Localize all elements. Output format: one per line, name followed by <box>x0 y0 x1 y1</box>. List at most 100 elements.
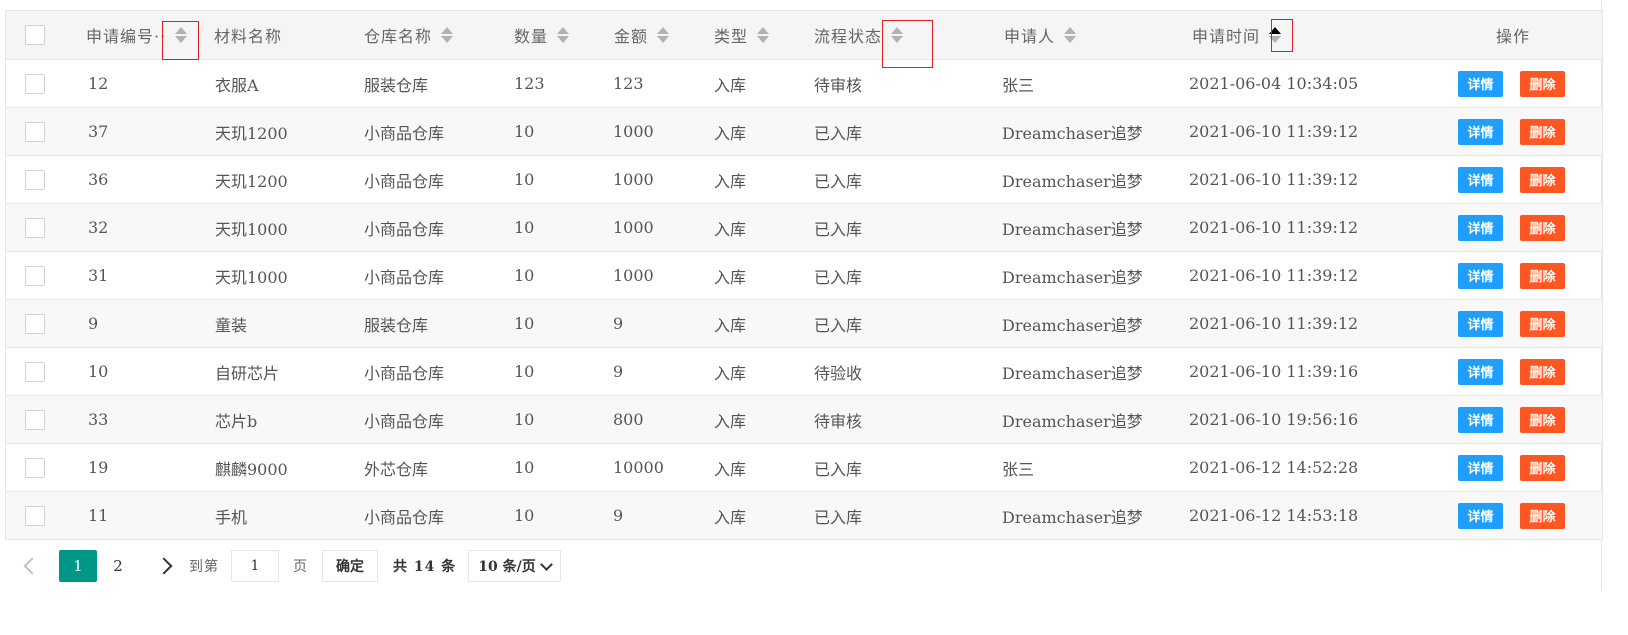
header-type[interactable]: 类型 <box>714 11 770 59</box>
chevron-left-icon <box>23 557 41 575</box>
cell-qty: 10 <box>514 458 535 477</box>
cell-material: 麒麟9000 <box>215 459 288 479</box>
cell-applicant: 张三 <box>1002 459 1035 479</box>
cell-status: 待审核 <box>814 75 863 95</box>
header-time[interactable]: 申请时间 <box>1192 11 1282 59</box>
sort-icon[interactable] <box>756 24 770 46</box>
delete-button[interactable]: 删除 <box>1520 454 1565 481</box>
detail-button[interactable]: 详情 <box>1458 262 1503 289</box>
cell-type: 入库 <box>714 411 747 431</box>
header-qty[interactable]: 数量 <box>514 11 570 59</box>
page-1[interactable]: 1 <box>59 550 97 582</box>
row-checkbox[interactable] <box>25 361 45 382</box>
cell-applicant: Dreamchaser追梦 <box>1002 123 1143 143</box>
delete-button[interactable]: 删除 <box>1520 502 1565 529</box>
sort-icon[interactable] <box>1063 24 1077 46</box>
delete-button[interactable]: 删除 <box>1520 262 1565 289</box>
cell-material: 天玑1200 <box>215 171 288 191</box>
delete-button[interactable]: 删除 <box>1520 406 1565 433</box>
cell-id: 11 <box>88 506 109 525</box>
cell-status: 已入库 <box>814 171 863 191</box>
delete-button[interactable]: 删除 <box>1520 70 1565 97</box>
delete-button[interactable]: 删除 <box>1520 214 1565 241</box>
row-checkbox[interactable] <box>25 169 45 190</box>
cell-amount: 9 <box>613 314 624 333</box>
cell-qty: 10 <box>514 410 535 429</box>
pagination: 1 2 到第 1 页 确定 共 14 条 10 条/页 <box>5 541 605 591</box>
row-select-cell <box>25 252 45 299</box>
table-row: 33 芯片b 小商品仓库 10 800 入库 待审核 Dreamchaser追梦 2021-06… <box>6 396 1602 444</box>
row-actions: 详情 删除 <box>1458 492 1565 539</box>
next-page-button[interactable] <box>149 551 179 581</box>
delete-button[interactable]: 删除 <box>1520 166 1565 193</box>
cell-type: 入库 <box>714 507 747 527</box>
cell-time: 2021-06-10 11:39:12 <box>1189 122 1359 141</box>
select-all-checkbox[interactable] <box>25 25 45 45</box>
total-count: 共 14 条 <box>393 559 457 575</box>
cell-warehouse: 外芯仓库 <box>364 459 429 479</box>
row-checkbox[interactable] <box>25 265 45 286</box>
cell-amount: 1000 <box>613 122 654 141</box>
cell-amount: 9 <box>613 506 624 525</box>
detail-button[interactable]: 详情 <box>1458 358 1503 385</box>
row-select-cell <box>25 60 45 107</box>
row-select-cell <box>25 204 45 251</box>
cell-applicant: Dreamchaser追梦 <box>1002 411 1143 431</box>
cell-time: 2021-06-04 10:34:05 <box>1189 74 1359 93</box>
cell-material: 芯片b <box>215 411 258 431</box>
detail-button[interactable]: 详情 <box>1458 118 1503 145</box>
cell-type: 入库 <box>714 315 747 335</box>
sort-icon[interactable] <box>440 24 454 46</box>
sort-icon[interactable] <box>556 24 570 46</box>
goto-page-input[interactable]: 1 <box>231 550 279 582</box>
row-select-cell <box>25 300 45 347</box>
detail-button[interactable]: 详情 <box>1458 406 1503 433</box>
sort-icon[interactable] <box>656 24 670 46</box>
row-checkbox[interactable] <box>25 73 45 94</box>
highlight-box <box>882 20 933 68</box>
cell-status: 已入库 <box>814 315 863 335</box>
cell-applicant: Dreamchaser追梦 <box>1002 363 1143 383</box>
row-checkbox[interactable] <box>25 409 45 430</box>
delete-button[interactable]: 删除 <box>1520 358 1565 385</box>
header-warehouse[interactable]: 仓库名称 <box>364 11 454 59</box>
table-body: 12 衣服A 服装仓库 123 123 入库 待审核 张三 2021-06-04 10:34:0… <box>6 60 1602 540</box>
header-material: 材料名称 <box>214 11 282 59</box>
row-checkbox[interactable] <box>25 121 45 142</box>
detail-button[interactable]: 详情 <box>1458 166 1503 193</box>
cell-type: 入库 <box>714 267 747 287</box>
header-applicant[interactable]: 申请人 <box>1004 11 1077 59</box>
row-checkbox[interactable] <box>25 217 45 238</box>
cell-time: 2021-06-10 11:39:12 <box>1189 266 1359 285</box>
cell-type: 入库 <box>714 123 747 143</box>
cell-id: 12 <box>88 74 109 93</box>
cell-amount: 1000 <box>613 218 654 237</box>
detail-button[interactable]: 详情 <box>1458 502 1503 529</box>
detail-button[interactable]: 详情 <box>1458 454 1503 481</box>
detail-button[interactable]: 详情 <box>1458 70 1503 97</box>
detail-button[interactable]: 详情 <box>1458 214 1503 241</box>
cell-amount: 1000 <box>613 170 654 189</box>
delete-button[interactable]: 删除 <box>1520 118 1565 145</box>
row-checkbox[interactable] <box>25 505 45 526</box>
row-checkbox[interactable] <box>25 457 45 478</box>
header-type-label: 类型 <box>714 27 749 46</box>
cell-status: 已入库 <box>814 459 863 479</box>
table-row: 12 衣服A 服装仓库 123 123 入库 待审核 张三 2021-06-04 10:34:0… <box>6 60 1602 108</box>
goto-suffix: 页 <box>293 559 308 575</box>
cell-applicant: Dreamchaser追梦 <box>1002 267 1143 287</box>
cell-qty: 10 <box>514 362 535 381</box>
goto-confirm-button[interactable]: 确定 <box>322 550 378 582</box>
prev-page-button[interactable] <box>17 551 47 581</box>
page-size-select[interactable]: 10 条/页 <box>468 550 562 582</box>
detail-button[interactable]: 详情 <box>1458 310 1503 337</box>
row-actions: 详情 删除 <box>1458 444 1565 491</box>
row-actions: 详情 删除 <box>1458 348 1565 395</box>
page-2[interactable]: 2 <box>99 550 137 582</box>
header-amount[interactable]: 金额 <box>614 11 670 59</box>
cell-material: 衣服A <box>215 75 259 95</box>
cell-time: 2021-06-12 14:52:28 <box>1189 458 1359 477</box>
row-actions: 详情 删除 <box>1458 300 1565 347</box>
row-checkbox[interactable] <box>25 313 45 334</box>
delete-button[interactable]: 删除 <box>1520 310 1565 337</box>
